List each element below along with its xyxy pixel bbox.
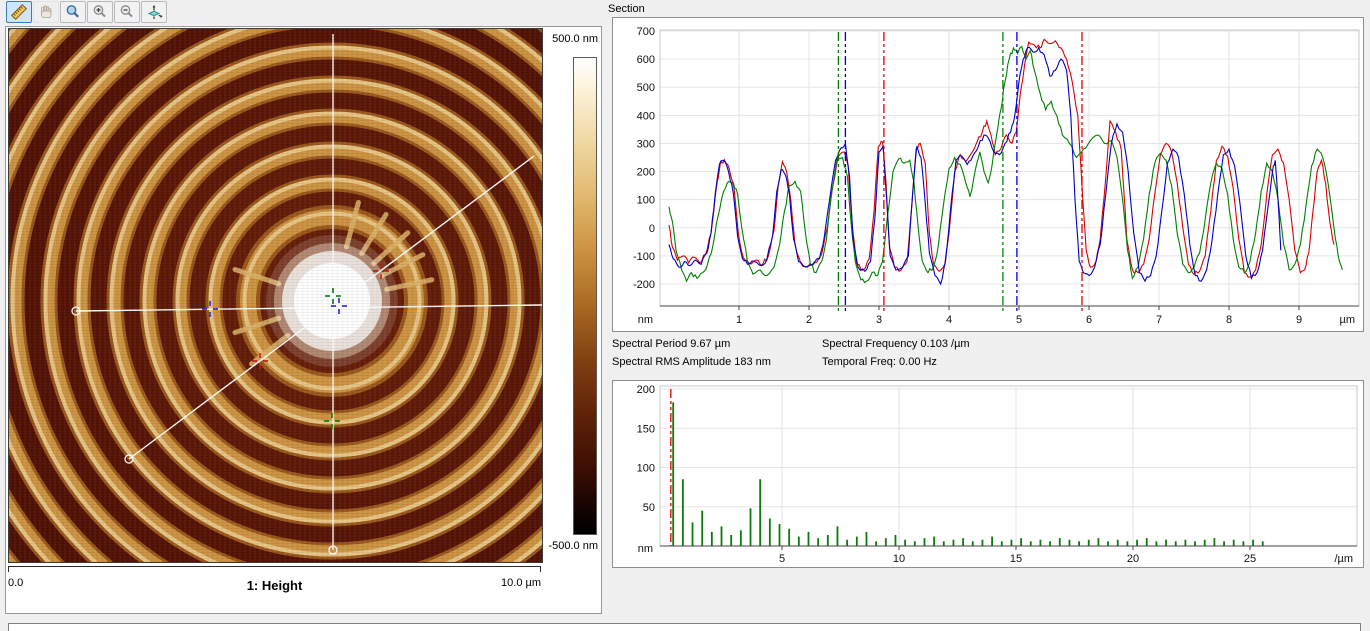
section-chart-cursor-lines[interactable]	[838, 32, 1082, 313]
svg-text:600: 600	[637, 54, 655, 66]
afm-center-peak	[266, 235, 398, 367]
svg-text:5: 5	[1016, 314, 1022, 326]
image-toolbar	[6, 1, 167, 25]
svg-text:nm: nm	[638, 543, 653, 555]
svg-text:400: 400	[637, 110, 655, 122]
zoom-out-tool-button[interactable]	[114, 1, 140, 23]
pan-tool-button[interactable]	[33, 1, 59, 23]
svg-text:7: 7	[1156, 314, 1162, 326]
svg-text:3: 3	[876, 314, 882, 326]
temporal-frequency-value: Temporal Freq: 0.00 Hz	[822, 356, 937, 368]
zoom-in-icon	[92, 4, 108, 20]
svg-text:0: 0	[649, 223, 655, 235]
nanoscope-section-window: 500.0 nm -500.0 nm 0.0 10.0 µm 1: Height…	[0, 0, 1370, 631]
ruler-tool-button[interactable]	[6, 1, 32, 23]
magnifier-icon	[65, 4, 81, 20]
svg-text:9: 9	[1296, 314, 1302, 326]
svg-text:-100: -100	[633, 251, 655, 263]
svg-text:5: 5	[779, 553, 785, 565]
afm-image-canvas	[9, 29, 542, 562]
svg-text:300: 300	[637, 138, 655, 150]
svg-text:-200: -200	[633, 279, 655, 291]
zoom-out-icon	[119, 4, 135, 20]
spectral-period-value: Spectral Period 9.67 µm	[612, 338, 730, 350]
section-profile-chart[interactable]: 700 600 500 400 300 200 100 0 -100 -200 1 2 3 4 5 6 7 8 9 n…	[612, 17, 1364, 332]
spectrum-axis-labels: 50 100 150 200 5 10 15 20 25 nm/µm	[637, 384, 1353, 565]
svg-text:/µm: /µm	[1334, 553, 1353, 565]
image-caption: 1: Height	[8, 578, 541, 593]
svg-text:µm: µm	[1339, 314, 1355, 326]
svg-text:25: 25	[1244, 553, 1256, 565]
svg-text:50: 50	[643, 502, 655, 514]
svg-text:20: 20	[1127, 553, 1139, 565]
section-gridlines	[660, 30, 1359, 306]
spectral-frequency-value: Spectral Frequency 0.103 /µm	[822, 338, 970, 350]
height-colorbar	[573, 57, 597, 535]
ruler-icon	[11, 4, 27, 20]
section-axis-labels: 700 600 500 400 300 200 100 0 -100 -200 1 2 3 4 5 6 7 8 9 n…	[633, 26, 1355, 326]
svg-text:15: 15	[1010, 553, 1022, 565]
svg-text:8: 8	[1226, 314, 1232, 326]
svg-text:100: 100	[637, 195, 655, 207]
zoom-in-tool-button[interactable]	[87, 1, 113, 23]
svg-text:700: 700	[637, 26, 655, 38]
spectrum-gridlines	[660, 386, 1357, 546]
power-spectrum-chart[interactable]: 50 100 150 200 5 10 15 20 25 nm/µm	[612, 380, 1364, 568]
offset-marker-icon	[145, 4, 163, 20]
zoom-tool-button[interactable]	[60, 1, 86, 23]
afm-height-image[interactable]	[8, 28, 543, 563]
svg-text:500: 500	[637, 82, 655, 94]
svg-text:nm: nm	[638, 314, 653, 326]
svg-text:100: 100	[637, 463, 655, 475]
next-panel-edge	[8, 623, 1361, 631]
svg-text:200: 200	[637, 384, 655, 396]
colorbar-min-label: -500.0 nm	[512, 540, 598, 552]
svg-text:6: 6	[1086, 314, 1092, 326]
svg-text:150: 150	[637, 423, 655, 435]
offset-tool-button[interactable]	[141, 1, 167, 23]
blue-horizontal-trace	[669, 47, 1281, 284]
svg-text:4: 4	[946, 314, 952, 326]
section-panel-title: Section	[608, 3, 645, 15]
svg-text:10: 10	[893, 553, 905, 565]
red-diagonal-trace	[669, 39, 1334, 277]
spectrum-bars	[673, 402, 1263, 546]
colorbar-max-label: 500.0 nm	[518, 33, 598, 45]
spectral-rms-amplitude-value: Spectral RMS Amplitude 183 nm	[612, 356, 771, 368]
hand-icon	[38, 4, 54, 20]
svg-text:2: 2	[806, 314, 812, 326]
image-x-axis-bracket	[8, 566, 541, 572]
svg-text:200: 200	[637, 167, 655, 179]
svg-text:1: 1	[736, 314, 742, 326]
